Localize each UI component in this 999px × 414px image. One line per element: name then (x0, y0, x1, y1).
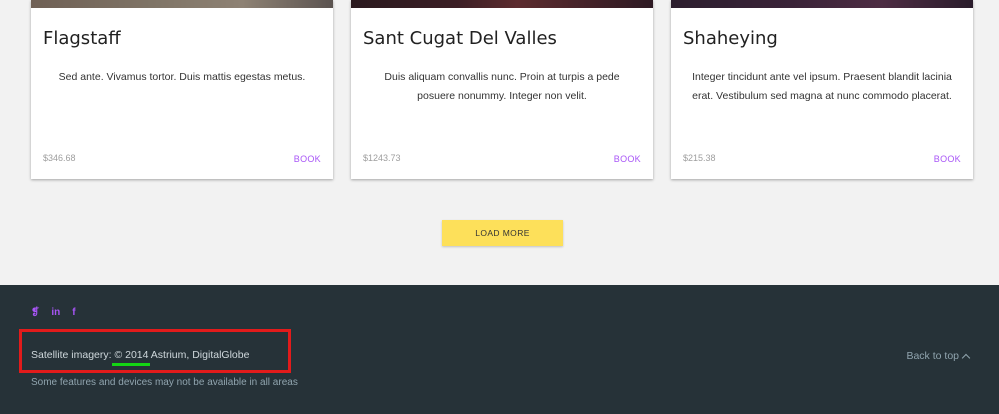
card-description: Sed ante. Vivamus tortor. Duis mattis eg… (58, 71, 306, 83)
availability-notice: Some features and devices may not be ava… (31, 377, 298, 388)
card-description: Duis aliquam convallis nunc. Proin at tu… (384, 71, 620, 102)
linkedin-icon[interactable]: in (51, 307, 60, 319)
card-title: Sant Cugat Del Valles (363, 28, 557, 49)
imagery-credit: Satellite imagery: © 2014 Astrium, Digit… (31, 349, 250, 366)
book-button[interactable]: BOOK (294, 154, 321, 164)
page: Flagstaff Sed ante. Vivamus tortor. Duis… (0, 0, 999, 414)
card-image (31, 0, 333, 8)
imagery-year-text: © 2014 (114, 349, 149, 361)
card-title: Flagstaff (43, 28, 121, 49)
imagery-prefix: Satellite imagery: (31, 349, 115, 361)
back-to-top-label: Back to top (906, 350, 959, 362)
card-price: $346.68 (43, 153, 76, 163)
book-button[interactable]: BOOK (614, 154, 641, 164)
card-image (671, 0, 973, 8)
green-underline (112, 363, 151, 366)
card-price: $215.38 (683, 153, 716, 163)
imagery-suffix: Astrium, DigitalGlobe (148, 349, 250, 361)
footer: ❡ in f Satellite imagery: © 2014 Astrium… (0, 285, 999, 414)
book-button[interactable]: BOOK (934, 154, 961, 164)
card-sant-cugat-del-valles: Sant Cugat Del Valles Duis aliquam conva… (351, 0, 653, 179)
imagery-year: © 2014 (112, 349, 151, 366)
facebook-icon[interactable]: f (72, 307, 75, 319)
back-to-top-link[interactable]: Back to top (906, 350, 971, 362)
card-shaheying: Shaheying Integer tincidunt ante vel ips… (671, 0, 973, 179)
card-price: $1243.73 (363, 153, 401, 163)
chevron-up-icon (961, 353, 971, 362)
card-list: Flagstaff Sed ante. Vivamus tortor. Duis… (31, 0, 973, 179)
card-flagstaff: Flagstaff Sed ante. Vivamus tortor. Duis… (31, 0, 333, 179)
card-title: Shaheying (683, 28, 778, 49)
load-more-button[interactable]: LOAD MORE (442, 220, 563, 246)
card-description: Integer tincidunt ante vel ipsum. Praese… (692, 71, 952, 102)
card-image (351, 0, 653, 8)
social-links: ❡ in f (31, 307, 76, 319)
twitter-icon[interactable]: ❡ (31, 307, 39, 319)
